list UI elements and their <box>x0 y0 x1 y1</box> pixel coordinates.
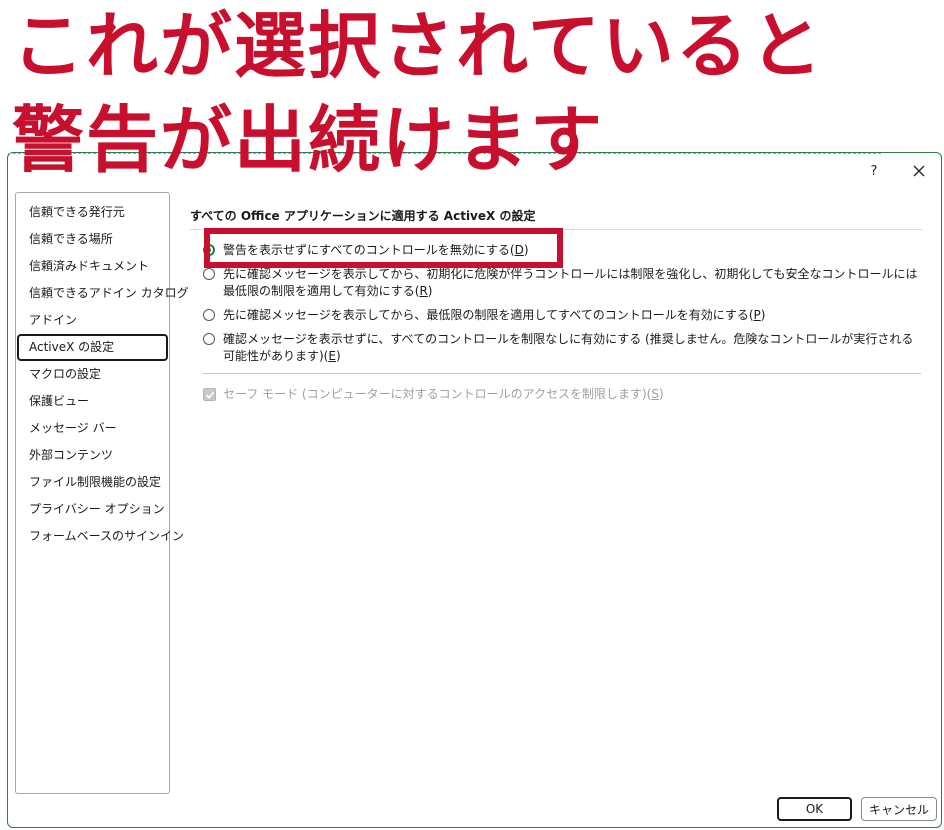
annotation-heading-line1: これが選択されていると <box>12 4 824 88</box>
checkmark-icon <box>205 391 214 399</box>
help-button[interactable]: ? <box>857 158 891 184</box>
option-accesskey: P <box>753 308 761 322</box>
option-label: 確認メッセージを表示せずに、すべてのコントロールを制限なしに有効にする (推奨し… <box>223 332 914 363</box>
ok-button[interactable]: OK <box>777 797 852 821</box>
sidebar-nav: 信頼できる発行元 信頼できる場所 信頼済みドキュメント 信頼できるアドイン カタ… <box>15 192 189 794</box>
screenshot-stage: ? 信頼できる発行元 信頼できる場所 信頼済みドキュメント 信頼できるアドイン … <box>0 0 944 830</box>
option-prompt-restricted[interactable]: 先に確認メッセージを表示してから、初期化に危険が伴うコントロールには制限を強化し… <box>203 266 923 300</box>
safe-mode-checkbox-row[interactable]: セーフ モード (コンピューターに対するコントロールのアクセスを制限します)(S… <box>203 386 922 403</box>
option-tail: ) <box>427 284 433 298</box>
annotation-heading-line2: 警告が出続けます <box>12 98 605 182</box>
option-label: 先に確認メッセージを表示してから、最低限の制限を適用してすべてのコントロールを有… <box>223 308 754 322</box>
option-prompt-minimal[interactable]: 先に確認メッセージを表示してから、最低限の制限を適用してすべてのコントロールを有… <box>203 307 923 324</box>
sidebar-item-trusted-publishers[interactable]: 信頼できる発行元 <box>17 199 168 226</box>
radio-icon[interactable] <box>203 333 215 345</box>
option-tail: ) <box>760 308 766 322</box>
option-tail: ) <box>335 349 341 363</box>
option-accesskey: R <box>419 284 428 298</box>
cancel-button[interactable]: キャンセル <box>861 797 937 821</box>
sidebar-item-protected-view[interactable]: 保護ビュー <box>17 388 168 415</box>
radio-icon[interactable] <box>203 268 215 280</box>
sidebar-item-trusted-addin-catalogs[interactable]: 信頼できるアドイン カタログ <box>17 280 189 307</box>
sidebar-item-form-based-signin[interactable]: フォームベースのサインイン <box>17 523 184 550</box>
close-button[interactable] <box>902 158 936 184</box>
sidebar-item-trusted-locations[interactable]: 信頼できる場所 <box>17 226 168 253</box>
sidebar-item-activex-settings[interactable]: ActiveX の設定 <box>17 334 168 361</box>
sidebar-item-message-bar[interactable]: メッセージ バー <box>17 415 168 442</box>
radio-icon[interactable] <box>203 309 215 321</box>
option-label: 先に確認メッセージを表示してから、初期化に危険が伴うコントロールには制限を強化し… <box>223 267 918 298</box>
sidebar-item-trusted-documents[interactable]: 信頼済みドキュメント <box>17 253 168 280</box>
option-enable-all[interactable]: 確認メッセージを表示せずに、すべてのコントロールを制限なしに有効にする (推奨し… <box>203 331 923 365</box>
options-divider <box>203 373 921 374</box>
help-label: ? <box>870 163 878 179</box>
close-icon <box>913 165 925 177</box>
sidebar-item-privacy-options[interactable]: プライバシー オプション <box>17 496 168 523</box>
safe-mode-checkbox[interactable] <box>203 388 216 401</box>
safe-mode-accesskey: S <box>651 387 659 401</box>
sidebar-item-macro-settings[interactable]: マクロの設定 <box>17 361 168 388</box>
settings-pane: すべての Office アプリケーションに適用する ActiveX の設定 警告… <box>190 192 922 403</box>
sidebar-item-file-block-settings[interactable]: ファイル制限機能の設定 <box>17 469 168 496</box>
option-accesskey: E <box>328 349 336 363</box>
sidebar-item-addins[interactable]: アドイン <box>17 307 168 334</box>
section-title: すべての Office アプリケーションに適用する ActiveX の設定 <box>190 192 922 230</box>
highlight-box <box>204 228 563 268</box>
safe-mode-tail: ) <box>658 387 664 401</box>
sidebar-item-external-content[interactable]: 外部コンテンツ <box>17 442 168 469</box>
safe-mode-label: セーフ モード (コンピューターに対するコントロールのアクセスを制限します)( <box>223 387 652 401</box>
